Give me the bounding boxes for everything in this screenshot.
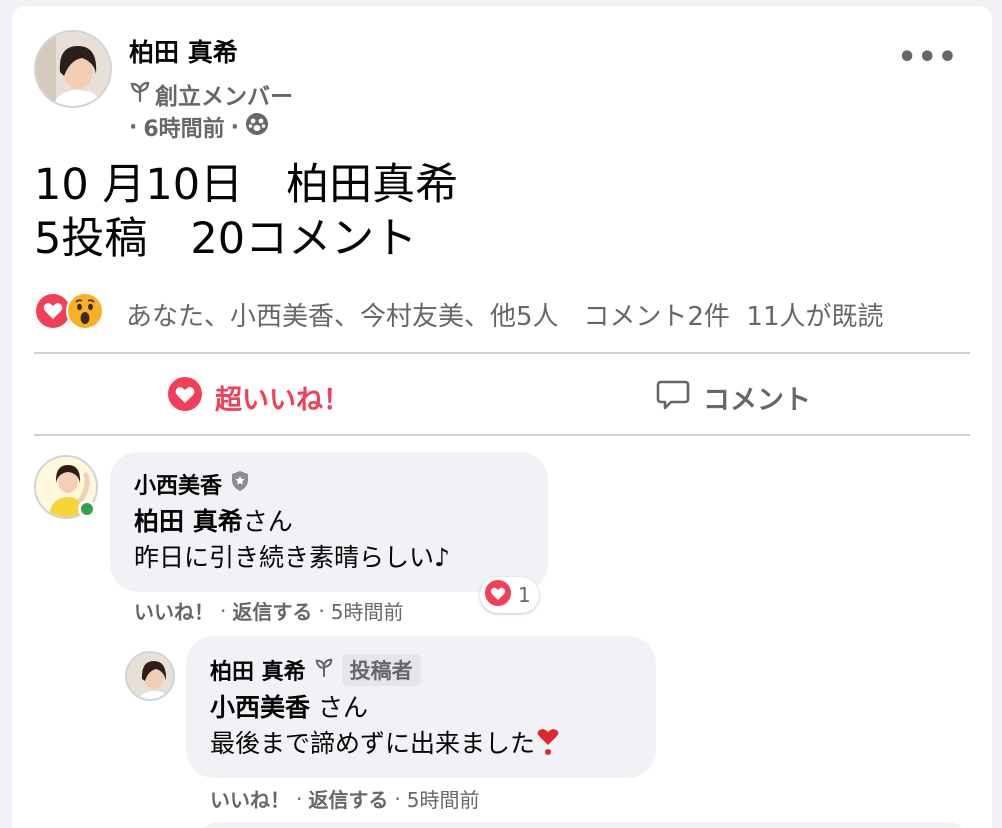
comment-mention-line: 柏田 真希さん xyxy=(134,504,293,540)
reply-link[interactable]: 返信する xyxy=(308,784,388,813)
comment-time[interactable]: 5時間前 xyxy=(331,596,404,625)
reply-text: 最後まで諦めずに出来ました xyxy=(210,729,536,758)
love-reaction-icon xyxy=(167,376,203,419)
reply-bubble: 柏田 真希 投稿者 小西美香 さん 最後まで諦めずに出来ました xyxy=(186,636,656,778)
love-button-label: 超いいね！ xyxy=(215,385,350,416)
post-author-name[interactable]: 柏田 真希 xyxy=(129,33,238,69)
comment-mention[interactable]: 柏田 真希 xyxy=(134,507,243,536)
comment-button-label: コメント xyxy=(703,385,811,416)
comment-author-name[interactable]: 小西美香 xyxy=(134,468,222,500)
post-body-line: 10 月10日 柏田真希 xyxy=(34,160,459,210)
founder-badge: 創立メンバー xyxy=(129,77,293,111)
comment-icon xyxy=(655,376,691,419)
post-card: 柏田 真希 創立メンバー · 6時間前 · ••• 10 月10日 柏田真希 5… xyxy=(12,6,992,828)
like-link[interactable]: いいね！ xyxy=(210,784,290,813)
mention-suffix: さん xyxy=(317,693,368,722)
separator-dot: · xyxy=(296,786,303,811)
post-body-line: 5投稿 20コメント xyxy=(34,214,418,264)
more-options-icon[interactable]: ••• xyxy=(897,43,958,73)
reply-author-name[interactable]: 柏田 真希 xyxy=(210,654,306,686)
separator-dot: · xyxy=(129,114,138,140)
sprout-icon xyxy=(314,657,334,683)
post-body: 10 月10日 柏田真希 5投稿 20コメント xyxy=(34,158,458,266)
reply-mention-line: 小西美香 さん xyxy=(210,690,368,726)
reply-text-line: 最後まで諦めずに出来ました xyxy=(210,726,561,766)
reaction-names[interactable]: あなた、小西美香、今村友美、他5人 xyxy=(126,302,559,332)
divider xyxy=(34,352,970,354)
post-time[interactable]: 6時間前 xyxy=(143,111,224,143)
group-icon xyxy=(245,112,269,142)
wow-reaction-icon xyxy=(66,292,104,330)
sprout-icon xyxy=(129,80,151,108)
comment-button[interactable]: コメント xyxy=(655,376,811,419)
post-meta: · 6時間前 · xyxy=(129,111,269,143)
reply-author: 柏田 真希 投稿者 xyxy=(210,654,421,686)
reply-mention[interactable]: 小西美香 xyxy=(210,693,310,722)
red-heart-emoji-icon xyxy=(535,728,561,766)
next-comment-bubble xyxy=(198,822,968,828)
comment-author: 小西美香 xyxy=(134,468,250,500)
reply-time[interactable]: 5時間前 xyxy=(407,784,480,813)
comment-text: 昨日に引き続き素晴らしい♪ xyxy=(134,543,450,572)
comments-count[interactable]: コメント2件 xyxy=(583,302,730,332)
online-status-dot xyxy=(78,500,96,518)
admin-shield-icon xyxy=(230,470,250,498)
founder-badge-label: 創立メンバー xyxy=(155,84,293,110)
love-reaction-icon xyxy=(484,579,512,612)
comment-actions: いいね！ · 返信する · 5時間前 xyxy=(134,596,403,625)
reaction-count: 1 xyxy=(518,583,531,607)
mention-suffix: さん xyxy=(242,507,293,536)
reaction-summary-row: あなた、小西美香、今村友美、他5人 コメント2件 11人が既読 xyxy=(126,296,884,333)
separator-dot: · xyxy=(230,114,240,140)
divider xyxy=(34,434,970,436)
author-tag: 投稿者 xyxy=(341,654,421,686)
reaction-icons[interactable] xyxy=(34,292,104,330)
comment-reaction-count[interactable]: 1 xyxy=(480,577,539,613)
seen-count[interactable]: 11人が既読 xyxy=(746,302,883,332)
separator-dot: · xyxy=(318,598,325,623)
post-author-avatar[interactable] xyxy=(34,30,112,108)
separator-dot: · xyxy=(394,786,401,811)
comment-bubble: 小西美香 柏田 真希さん 昨日に引き続き素晴らしい♪ xyxy=(110,452,548,592)
like-link[interactable]: いいね！ xyxy=(134,596,214,625)
reply-actions: いいね！ · 返信する · 5時間前 xyxy=(210,784,479,813)
separator-dot: · xyxy=(220,598,227,623)
reply-author-avatar[interactable] xyxy=(125,651,175,701)
love-button[interactable]: 超いいね！ xyxy=(167,376,350,419)
reply-link[interactable]: 返信する xyxy=(232,596,312,625)
